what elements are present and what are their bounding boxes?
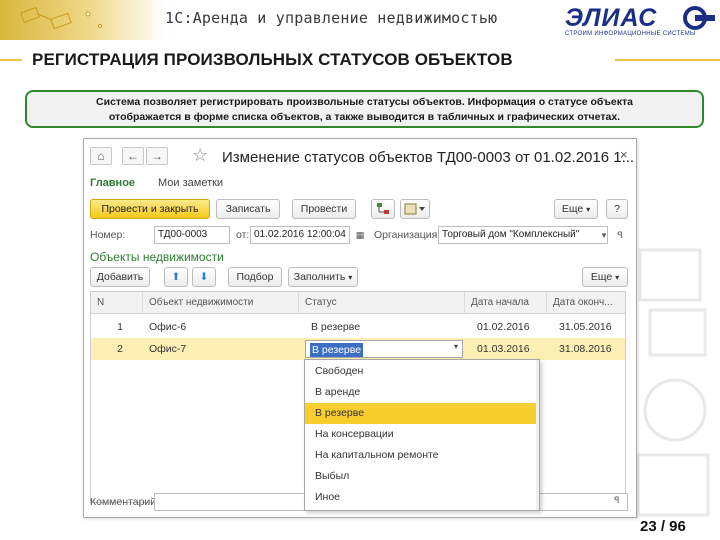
window-title: Изменение статусов объектов ТД00-0003 от… — [222, 149, 635, 166]
heading-rule-right — [615, 59, 720, 61]
dropdown-option[interactable]: Выбыл — [305, 466, 539, 487]
column-header-n[interactable]: N — [91, 292, 143, 314]
save-button[interactable]: Записать — [216, 199, 280, 219]
open-link-icon[interactable]: ꟼ — [614, 495, 619, 506]
row-end-date: 31.05.2016 — [559, 321, 612, 333]
structure-button[interactable] — [371, 199, 395, 219]
arrow-up-icon: ⬆ — [171, 271, 181, 283]
row-object: Офис-7 — [149, 343, 187, 355]
move-down-button[interactable]: ⬇ — [192, 267, 216, 287]
arrow-right-icon: → — [151, 149, 163, 163]
row-object: Офис-6 — [149, 321, 187, 333]
slide-heading: РЕГИСТРАЦИЯ ПРОИЗВОЛЬНЫХ СТАТУСОВ ОБЪЕКТ… — [0, 44, 720, 74]
dropdown-option[interactable]: Иное — [305, 487, 539, 508]
window-titlebar: ⌂ ← → ☆ Изменение статусов объектов ТД00… — [84, 139, 636, 173]
row-number: 1 — [117, 321, 123, 333]
status-selected-value: В резерве — [310, 343, 364, 357]
date-label: от: — [236, 229, 250, 241]
table-row[interactable]: 1 Офис-6 В резерве 01.02.2016 31.05.2016 — [91, 316, 625, 338]
logo-subtitle: СТРОИМ ИНФОРМАЦИОННЫЕ СИСТЕМЫ — [565, 31, 696, 37]
status-dropdown: Свободен В аренде В резерве На консервац… — [304, 359, 540, 511]
info-line-2: отображается в форме списка объектов, а … — [108, 111, 621, 123]
move-up-button[interactable]: ⬆ — [164, 267, 188, 287]
more-label: Еще — [561, 203, 584, 215]
dropdown-option[interactable]: На консервации — [305, 424, 539, 445]
dropdown-option[interactable]: В аренде — [305, 382, 539, 403]
company-logo: ЭЛИАС СТРОИМ ИНФОРМАЦИОННЫЕ СИСТЕМЫ — [565, 4, 715, 38]
form-window: ⌂ ← → ☆ Изменение статусов объектов ТД00… — [83, 138, 637, 518]
help-button[interactable]: ? — [606, 199, 628, 219]
dropdown-option[interactable]: Свободен — [305, 361, 539, 382]
row-start-date: 01.02.2016 — [477, 321, 530, 333]
section-title: Объекты недвижимости — [90, 250, 224, 264]
calendar-icon[interactable]: ▦ — [352, 227, 368, 245]
arrow-left-icon: ← — [127, 149, 139, 163]
print-icon — [404, 203, 425, 215]
tab-main[interactable]: Главное — [90, 177, 135, 189]
post-button[interactable]: Провести — [292, 199, 356, 219]
page-number: 23 / 96 — [640, 518, 686, 535]
column-header-start-date[interactable]: Дата начала — [465, 292, 547, 314]
heading-text: РЕГИСТРАЦИЯ ПРОИЗВОЛЬНЫХ СТАТУСОВ ОБЪЕКТ… — [32, 50, 513, 69]
status-cell-editor[interactable]: В резерве ▾ — [305, 340, 463, 358]
print-menu-button[interactable] — [400, 199, 430, 219]
info-box: Система позволяет регистрировать произво… — [25, 90, 704, 128]
close-icon[interactable]: × — [620, 147, 628, 162]
fill-label: Заполнить — [293, 271, 346, 283]
home-button[interactable]: ⌂ — [90, 147, 112, 165]
table-row[interactable]: 2 Офис-7 В резерве ▾ 01.03.2016 31.08.20… — [91, 338, 625, 360]
add-button[interactable]: Добавить — [90, 267, 150, 287]
section-more-button[interactable]: Еще ▾ — [582, 267, 628, 287]
logo-mark-icon — [683, 6, 715, 30]
favorite-star-icon[interactable]: ☆ — [192, 145, 208, 166]
comment-label: Комментарий: — [90, 496, 160, 508]
satellite-decoration-icon — [20, 6, 102, 30]
organization-field[interactable]: Торговый дом "Комплексный" — [438, 226, 608, 244]
column-header-end-date[interactable]: Дата оконч... — [547, 292, 625, 314]
chevron-down-icon[interactable]: ▾ — [596, 227, 612, 245]
number-field[interactable]: ТД00-0003 — [154, 226, 230, 244]
back-button[interactable]: ← — [122, 147, 144, 165]
date-field[interactable]: 01.02.2016 12:00:04 — [250, 226, 350, 244]
dropdown-option[interactable]: На капитальном ремонте — [305, 445, 539, 466]
heading-rule-left — [0, 59, 22, 61]
pick-button[interactable]: Подбор — [228, 267, 282, 287]
chevron-down-icon[interactable]: ▾ — [454, 342, 458, 351]
chevron-down-icon: ▾ — [615, 273, 620, 282]
open-link-icon[interactable]: ꟼ — [612, 227, 628, 245]
row-status: В резерве — [311, 321, 361, 333]
post-and-close-button[interactable]: Провести и закрыть — [90, 199, 210, 219]
row-number: 2 — [117, 343, 123, 355]
forward-button[interactable]: → — [146, 147, 168, 165]
number-label: Номер: — [90, 229, 126, 241]
logo-text: ЭЛИАС — [565, 4, 658, 32]
chevron-down-icon: ▾ — [348, 273, 353, 282]
section-more-label: Еще — [590, 271, 613, 283]
chevron-down-icon: ▾ — [586, 205, 591, 214]
dropdown-option-selected[interactable]: В резерве — [305, 403, 539, 424]
column-header-status[interactable]: Статус — [299, 292, 465, 314]
structure-icon — [377, 203, 389, 214]
arrow-down-icon: ⬇ — [199, 271, 209, 283]
row-start-date: 01.03.2016 — [477, 343, 530, 355]
dropdown-scrollbar[interactable] — [536, 360, 539, 510]
slide-header: 1С:Аренда и управление недвижимостью ЭЛИ… — [0, 0, 720, 40]
fill-button[interactable]: Заполнить ▾ — [288, 267, 358, 287]
row-end-date: 31.08.2016 — [559, 343, 612, 355]
app-title: 1С:Аренда и управление недвижимостью — [165, 9, 498, 27]
organization-label: Организация: — [374, 229, 441, 241]
column-header-object[interactable]: Объект недвижимости — [143, 292, 299, 314]
info-line-1: Система позволяет регистрировать произво… — [96, 96, 633, 108]
tab-notes[interactable]: Мои заметки — [158, 177, 223, 189]
more-button[interactable]: Еще ▾ — [554, 199, 598, 219]
home-icon: ⌂ — [97, 149, 105, 163]
